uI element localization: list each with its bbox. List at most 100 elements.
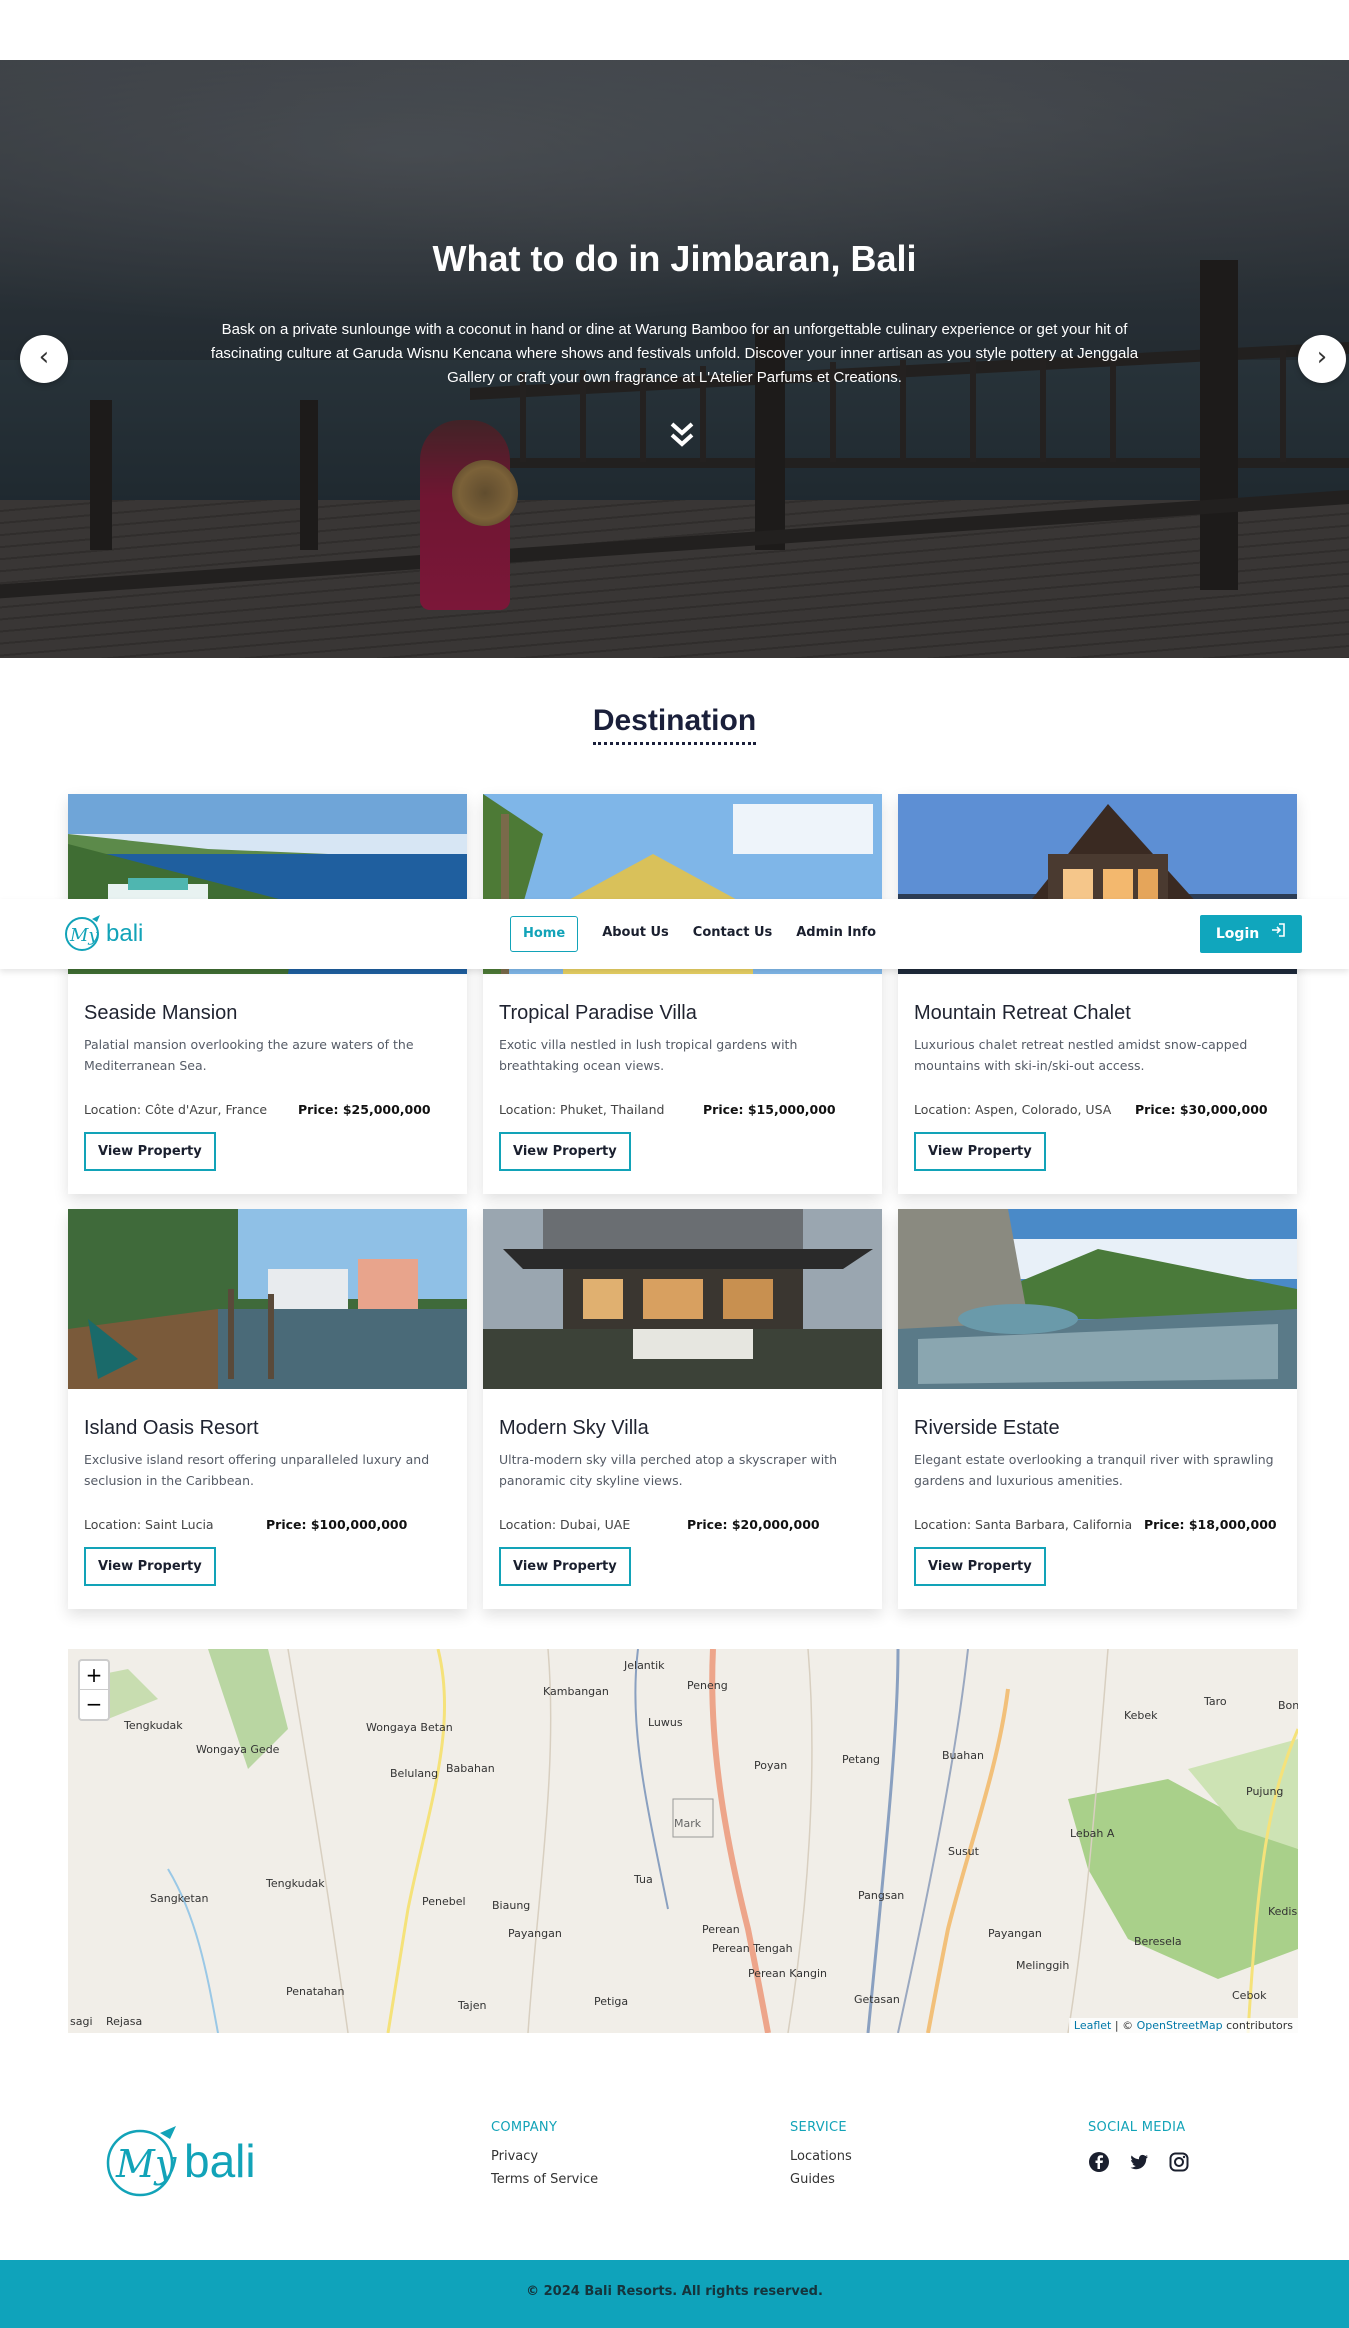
brand-logo[interactable]: My bali xyxy=(62,913,152,955)
view-property-button[interactable]: View Property xyxy=(499,1547,631,1586)
instagram-icon[interactable] xyxy=(1168,2151,1190,2173)
nav-contact-us[interactable]: Contact Us xyxy=(681,916,784,952)
property-description: Luxurious chalet retreat nestled amidst … xyxy=(914,1037,1248,1073)
view-property-button[interactable]: View Property xyxy=(84,1132,216,1171)
map-place-label: Tajen xyxy=(458,1999,487,2012)
property-name: Riverside Estate xyxy=(914,1417,1060,1439)
navbar: My bali Home About Us Contact Us Admin I… xyxy=(0,899,1349,969)
map-place-label: Kebek xyxy=(1124,1709,1158,1722)
login-button[interactable]: Login xyxy=(1200,915,1302,953)
property-description: Ultra-modern sky villa perched atop a sk… xyxy=(499,1452,838,1488)
map-place-label: Tua xyxy=(634,1873,653,1886)
property-price: Price: $100,000,000 xyxy=(266,1517,408,1532)
footer-link-privacy[interactable]: Privacy xyxy=(491,2149,598,2164)
view-property-button[interactable]: View Property xyxy=(499,1132,631,1171)
property-price: Price: $25,000,000 xyxy=(298,1102,431,1117)
map-place-label: Wongaya Gede xyxy=(196,1743,280,1756)
carousel-prev-button[interactable]: ‹ xyxy=(20,335,68,383)
nav-about-us[interactable]: About Us xyxy=(590,916,681,952)
map-place-label: Poyan xyxy=(754,1759,788,1772)
property-location: Location: Aspen, Colorado, USA xyxy=(914,1102,1112,1117)
hero-description: Bask on a private sunlounge with a cocon… xyxy=(210,321,1139,386)
map-place-label: Melinggih xyxy=(1016,1959,1070,1972)
property-card: Mountain Retreat Chalet Luxurious chalet… xyxy=(898,794,1297,1194)
facebook-icon[interactable] xyxy=(1088,2151,1110,2173)
property-location: Location: Santa Barbara, California xyxy=(914,1517,1133,1532)
double-chevron-down-icon[interactable] xyxy=(664,416,700,452)
svg-text:bali: bali xyxy=(106,920,143,947)
property-price: Price: $15,000,000 xyxy=(703,1102,836,1117)
leaflet-link[interactable]: Leaflet xyxy=(1074,2019,1111,2032)
map-place-label: Rejasa xyxy=(106,2015,143,2028)
property-image xyxy=(483,1209,882,1389)
map-place-label: Petiga xyxy=(594,1995,629,2008)
zoom-out-button[interactable]: − xyxy=(80,1690,108,1719)
property-card: Tropical Paradise Villa Exotic villa nes… xyxy=(483,794,882,1194)
map-place-label: Jelantik xyxy=(624,1659,665,1672)
carousel-next-button[interactable]: › xyxy=(1298,335,1346,383)
map-place-label: Pangsan xyxy=(858,1889,905,1902)
property-card: Modern Sky Villa Ultra-modern sky villa … xyxy=(483,1209,882,1609)
property-card: Seaside Mansion Palatial mansion overloo… xyxy=(68,794,467,1194)
footer-heading: SERVICE xyxy=(790,2120,847,2135)
footer-heading: SOCIAL MEDIA xyxy=(1088,2120,1186,2135)
view-property-button[interactable]: View Property xyxy=(914,1132,1046,1171)
property-image xyxy=(898,1209,1297,1389)
osm-link[interactable]: OpenStreetMap xyxy=(1137,2019,1223,2032)
map-place-label: Perean Kangin xyxy=(748,1967,828,1980)
svg-text:My: My xyxy=(115,2142,177,2186)
map-place-label: Cebok xyxy=(1232,1989,1267,2002)
map-place-label: Penebel xyxy=(422,1895,466,1908)
map-place-label: Sangketan xyxy=(150,1892,209,1905)
map-place-label: Peneng xyxy=(687,1679,728,1692)
property-name: Tropical Paradise Villa xyxy=(499,1002,697,1024)
footer-link-terms[interactable]: Terms of Service xyxy=(491,2172,598,2187)
map-place-label: Getasan xyxy=(854,1993,900,2006)
map-place-label: Petang xyxy=(842,1753,881,1766)
map-attribution: Leaflet | © OpenStreetMap contributors xyxy=(1068,2018,1298,2033)
property-description: Elegant estate overlooking a tranquil ri… xyxy=(914,1452,1274,1488)
property-location: Location: Phuket, Thailand xyxy=(499,1102,665,1117)
footer-social: SOCIAL MEDIA xyxy=(1088,2120,1190,2173)
map-place-label: Kedis xyxy=(1268,1905,1298,1918)
property-name: Seaside Mansion xyxy=(84,1002,238,1024)
login-icon xyxy=(1270,915,1286,953)
copyright-text: © 2024 Bali Resorts. All rights reserved… xyxy=(526,2284,823,2299)
map-marker[interactable]: Mark xyxy=(674,1817,701,1830)
property-price: Price: $18,000,000 xyxy=(1144,1517,1277,1532)
copyright-bar: © 2024 Bali Resorts. All rights reserved… xyxy=(0,2260,1349,2328)
property-name: Mountain Retreat Chalet xyxy=(914,1002,1131,1024)
map-zoom-control: + − xyxy=(78,1659,110,1721)
map-place-label: Wongaya Betan xyxy=(366,1721,453,1734)
property-price: Price: $30,000,000 xyxy=(1135,1102,1268,1117)
svg-text:bali: bali xyxy=(184,2135,256,2187)
svg-text:My: My xyxy=(69,925,99,946)
footer-service: SERVICE Locations Guides xyxy=(790,2120,852,2187)
map-place-label: Beresela xyxy=(1134,1935,1182,1948)
property-description: Exotic villa nestled in lush tropical ga… xyxy=(499,1037,798,1073)
map-place-label: Buahan xyxy=(942,1749,984,1762)
view-property-button[interactable]: View Property xyxy=(914,1547,1046,1586)
zoom-in-button[interactable]: + xyxy=(80,1661,108,1690)
property-card: Island Oasis Resort Exclusive island res… xyxy=(68,1209,467,1609)
footer-link-locations[interactable]: Locations xyxy=(790,2149,852,2164)
map-place-label: Perean xyxy=(702,1923,740,1936)
property-name: Modern Sky Villa xyxy=(499,1417,649,1439)
nav-links: Home About Us Contact Us Admin Info xyxy=(510,915,888,953)
map-place-label: Babahan xyxy=(446,1762,495,1775)
map-place-label: Susut xyxy=(948,1845,979,1858)
property-price: Price: $20,000,000 xyxy=(687,1517,820,1532)
map-place-label: Kambangan xyxy=(543,1685,609,1698)
map[interactable]: Jelantik Kambangan Peneng Luwus Tengkuda… xyxy=(68,1649,1298,2033)
nav-home[interactable]: Home xyxy=(510,916,579,952)
view-property-button[interactable]: View Property xyxy=(84,1547,216,1586)
map-place-label: Penatahan xyxy=(286,1985,345,1998)
property-card: Riverside Estate Elegant estate overlook… xyxy=(898,1209,1297,1609)
footer-link-guides[interactable]: Guides xyxy=(790,2172,852,2187)
footer-logo[interactable]: My bali xyxy=(104,2123,264,2203)
map-place-label: Taro xyxy=(1204,1695,1227,1708)
footer-company: COMPANY Privacy Terms of Service xyxy=(491,2120,598,2187)
nav-admin-info[interactable]: Admin Info xyxy=(784,916,888,952)
map-place-label: Payangan xyxy=(508,1927,562,1940)
twitter-icon[interactable] xyxy=(1128,2151,1150,2173)
